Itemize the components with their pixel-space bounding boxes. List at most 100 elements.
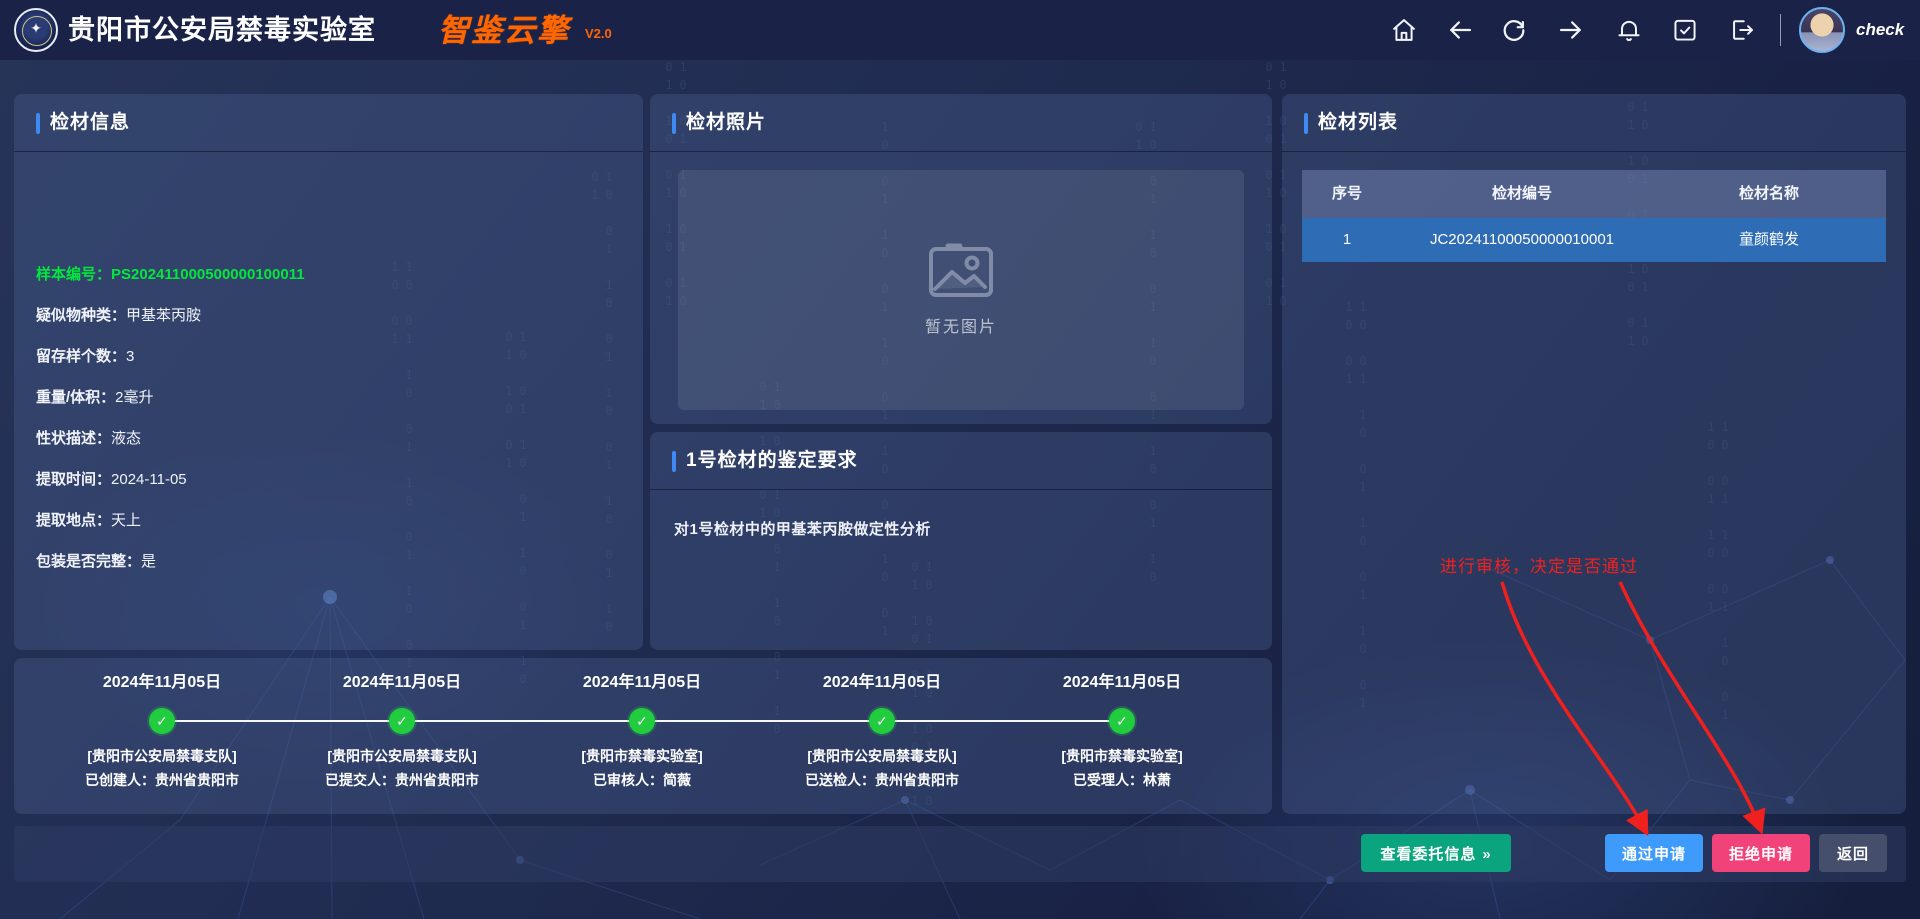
cell-no: 1 (1302, 218, 1392, 262)
field-value: PS202411000500000100011 (111, 266, 305, 283)
todo-check-icon[interactable] (1671, 16, 1699, 44)
field-value: 是 (141, 553, 156, 570)
field-label: 疑似物种类： (36, 307, 126, 324)
sample-info-title: 检材信息 (50, 94, 130, 152)
sample-table: 序号 检材编号 检材名称 1 JC20241100050000010001 童颜… (1302, 170, 1886, 262)
sample-list-title: 检材列表 (1318, 94, 1398, 152)
check-circle-icon: ✓ (1109, 708, 1135, 734)
timeline-person: 已受理人：林萧 (982, 770, 1262, 790)
table-row[interactable]: 1 JC20241100050000010001 童颜鹤发 (1302, 218, 1886, 262)
field-weight-volume: 重量/体积：2毫升 (36, 377, 623, 418)
double-angle-icon: » (1482, 846, 1491, 863)
timeline-date: 2024年11月05日 (42, 668, 282, 692)
sample-photo-title: 检材照片 (686, 94, 766, 152)
field-label: 重量/体积： (36, 389, 115, 406)
check-circle-icon: ✓ (149, 708, 175, 734)
sample-info-panel: 检材信息 样本编号：PS202411000500000100011 疑似物种类：… (14, 94, 643, 650)
brand-logo-text: 智鉴云擎 (438, 0, 570, 60)
timeline-org: [贵阳市公安局禁毒支队] (22, 746, 302, 766)
process-timeline-panel: 2024年11月05日 ✓ [贵阳市公安局禁毒支队] 已创建人：贵州省贵阳市 2… (14, 658, 1272, 814)
requirement-title: 1号检材的鉴定要求 (686, 432, 858, 490)
timeline-date: 2024年11月05日 (282, 668, 522, 692)
timeline-person: 已创建人：贵州省贵阳市 (22, 770, 302, 790)
timeline-person: 已提交人：贵州省贵阳市 (262, 770, 542, 790)
field-value: 2毫升 (115, 389, 153, 406)
title-accent-bar (36, 113, 40, 134)
home-icon[interactable] (1390, 16, 1418, 44)
field-retained-count: 留存样个数：3 (36, 336, 623, 377)
field-sample-number: 样本编号：PS202411000500000100011 (36, 254, 623, 295)
logout-icon[interactable] (1728, 16, 1756, 44)
check-circle-icon: ✓ (389, 708, 415, 734)
field-label: 留存样个数： (36, 348, 126, 365)
field-value: 2024-11-05 (111, 471, 187, 488)
no-image-text: 暂无图片 (925, 313, 997, 337)
field-value: 天上 (111, 512, 141, 529)
cell-name: 童颜鹤发 (1652, 218, 1886, 262)
user-avatar[interactable] (1799, 7, 1845, 53)
requirement-text: 对1号检材中的甲基苯丙胺做定性分析 (674, 518, 1252, 539)
brand-version: V2.0 (585, 26, 612, 41)
back-button[interactable]: 返回 (1819, 834, 1887, 872)
approve-application-button[interactable]: 通过申请 (1605, 834, 1703, 872)
field-extract-place: 提取地点：天上 (36, 500, 623, 541)
view-commission-label: 查看委托信息 (1380, 846, 1476, 863)
field-suspected-type: 疑似物种类：甲基苯丙胺 (36, 295, 623, 336)
timeline-entry-sent: 2024年11月05日 ✓ [贵阳市公安局禁毒支队] 已送检人：贵州省贵阳市 (762, 658, 1002, 814)
field-label: 提取时间： (36, 471, 111, 488)
timeline-entry-reviewed: 2024年11月05日 ✓ [贵阳市禁毒实验室] 已审核人：简薇 (522, 658, 762, 814)
top-header-bar: 贵阳市公安局禁毒实验室 智鉴云擎 V2.0 (0, 0, 1920, 60)
check-circle-icon: ✓ (629, 708, 655, 734)
timeline-date: 2024年11月05日 (762, 668, 1002, 692)
table-header-row: 序号 检材编号 检材名称 (1302, 170, 1886, 218)
appraisal-requirement-panel: 1号检材的鉴定要求 对1号检材中的甲基苯丙胺做定性分析 (650, 432, 1272, 650)
field-value: 液态 (111, 430, 141, 447)
timeline-entry-submitted: 2024年11月05日 ✓ [贵阳市公安局禁毒支队] 已提交人：贵州省贵阳市 (282, 658, 522, 814)
refresh-icon[interactable] (1500, 16, 1528, 44)
sample-info-fields: 样本编号：PS202411000500000100011 疑似物种类：甲基苯丙胺… (36, 254, 623, 582)
sample-photo-panel: 检材照片 暂无图片 (650, 94, 1272, 424)
title-accent-bar (1304, 113, 1308, 134)
review-annotation-text: 进行审核，决定是否通过 (1440, 552, 1680, 577)
column-header-no: 序号 (1302, 170, 1392, 218)
reject-application-button[interactable]: 拒绝申请 (1712, 834, 1810, 872)
main-background: 10 01 10 01 10 01 10 01 10 01 10 01 10 0… (0, 0, 1920, 919)
title-accent-bar (672, 113, 676, 134)
check-circle-icon: ✓ (869, 708, 895, 734)
notification-bell-icon[interactable] (1615, 16, 1643, 44)
sample-photo-title-row: 检材照片 (650, 94, 1272, 152)
field-value: 3 (126, 348, 134, 365)
title-accent-bar (672, 451, 676, 472)
field-package-intact: 包装是否完整：是 (36, 541, 623, 582)
timeline-org: [贵阳市禁毒实验室] (982, 746, 1262, 766)
timeline-person: 已送检人：贵州省贵阳市 (742, 770, 1022, 790)
field-extract-time: 提取时间：2024-11-05 (36, 459, 623, 500)
police-badge-logo (14, 8, 58, 52)
field-value: 甲基苯丙胺 (126, 307, 201, 324)
timeline-date: 2024年11月05日 (1002, 668, 1242, 692)
timeline-entry-created: 2024年11月05日 ✓ [贵阳市公安局禁毒支队] 已创建人：贵州省贵阳市 (42, 658, 282, 814)
forward-arrow-icon[interactable] (1557, 16, 1585, 44)
timeline-date: 2024年11月05日 (522, 668, 762, 692)
username-label: check (1856, 0, 1904, 60)
cell-code: JC20241100050000010001 (1392, 218, 1652, 262)
field-label: 提取地点： (36, 512, 111, 529)
back-arrow-icon[interactable] (1446, 16, 1474, 44)
field-label: 样本编号： (36, 266, 111, 283)
timeline-person: 已审核人：简薇 (502, 770, 782, 790)
field-label: 性状描述： (36, 430, 111, 447)
sample-info-title-row: 检材信息 (14, 94, 643, 152)
header-divider (1780, 14, 1781, 46)
timeline-entry-accepted: 2024年11月05日 ✓ [贵阳市禁毒实验室] 已受理人：林萧 (1002, 658, 1242, 814)
timeline-org: [贵阳市禁毒实验室] (502, 746, 782, 766)
field-appearance: 性状描述：液态 (36, 418, 623, 459)
timeline-org: [贵阳市公安局禁毒支队] (742, 746, 1022, 766)
sample-list-panel: 检材列表 序号 检材编号 检材名称 1 JC202411000500000100… (1282, 94, 1906, 814)
image-placeholder-icon (928, 243, 994, 299)
requirement-title-row: 1号检材的鉴定要求 (650, 432, 1272, 490)
sample-list-title-row: 检材列表 (1282, 94, 1906, 152)
app-title: 贵阳市公安局禁毒实验室 (68, 0, 376, 60)
column-header-name: 检材名称 (1652, 170, 1886, 218)
photo-placeholder-box: 暂无图片 (678, 170, 1244, 410)
view-commission-button[interactable]: 查看委托信息 » (1361, 834, 1511, 872)
